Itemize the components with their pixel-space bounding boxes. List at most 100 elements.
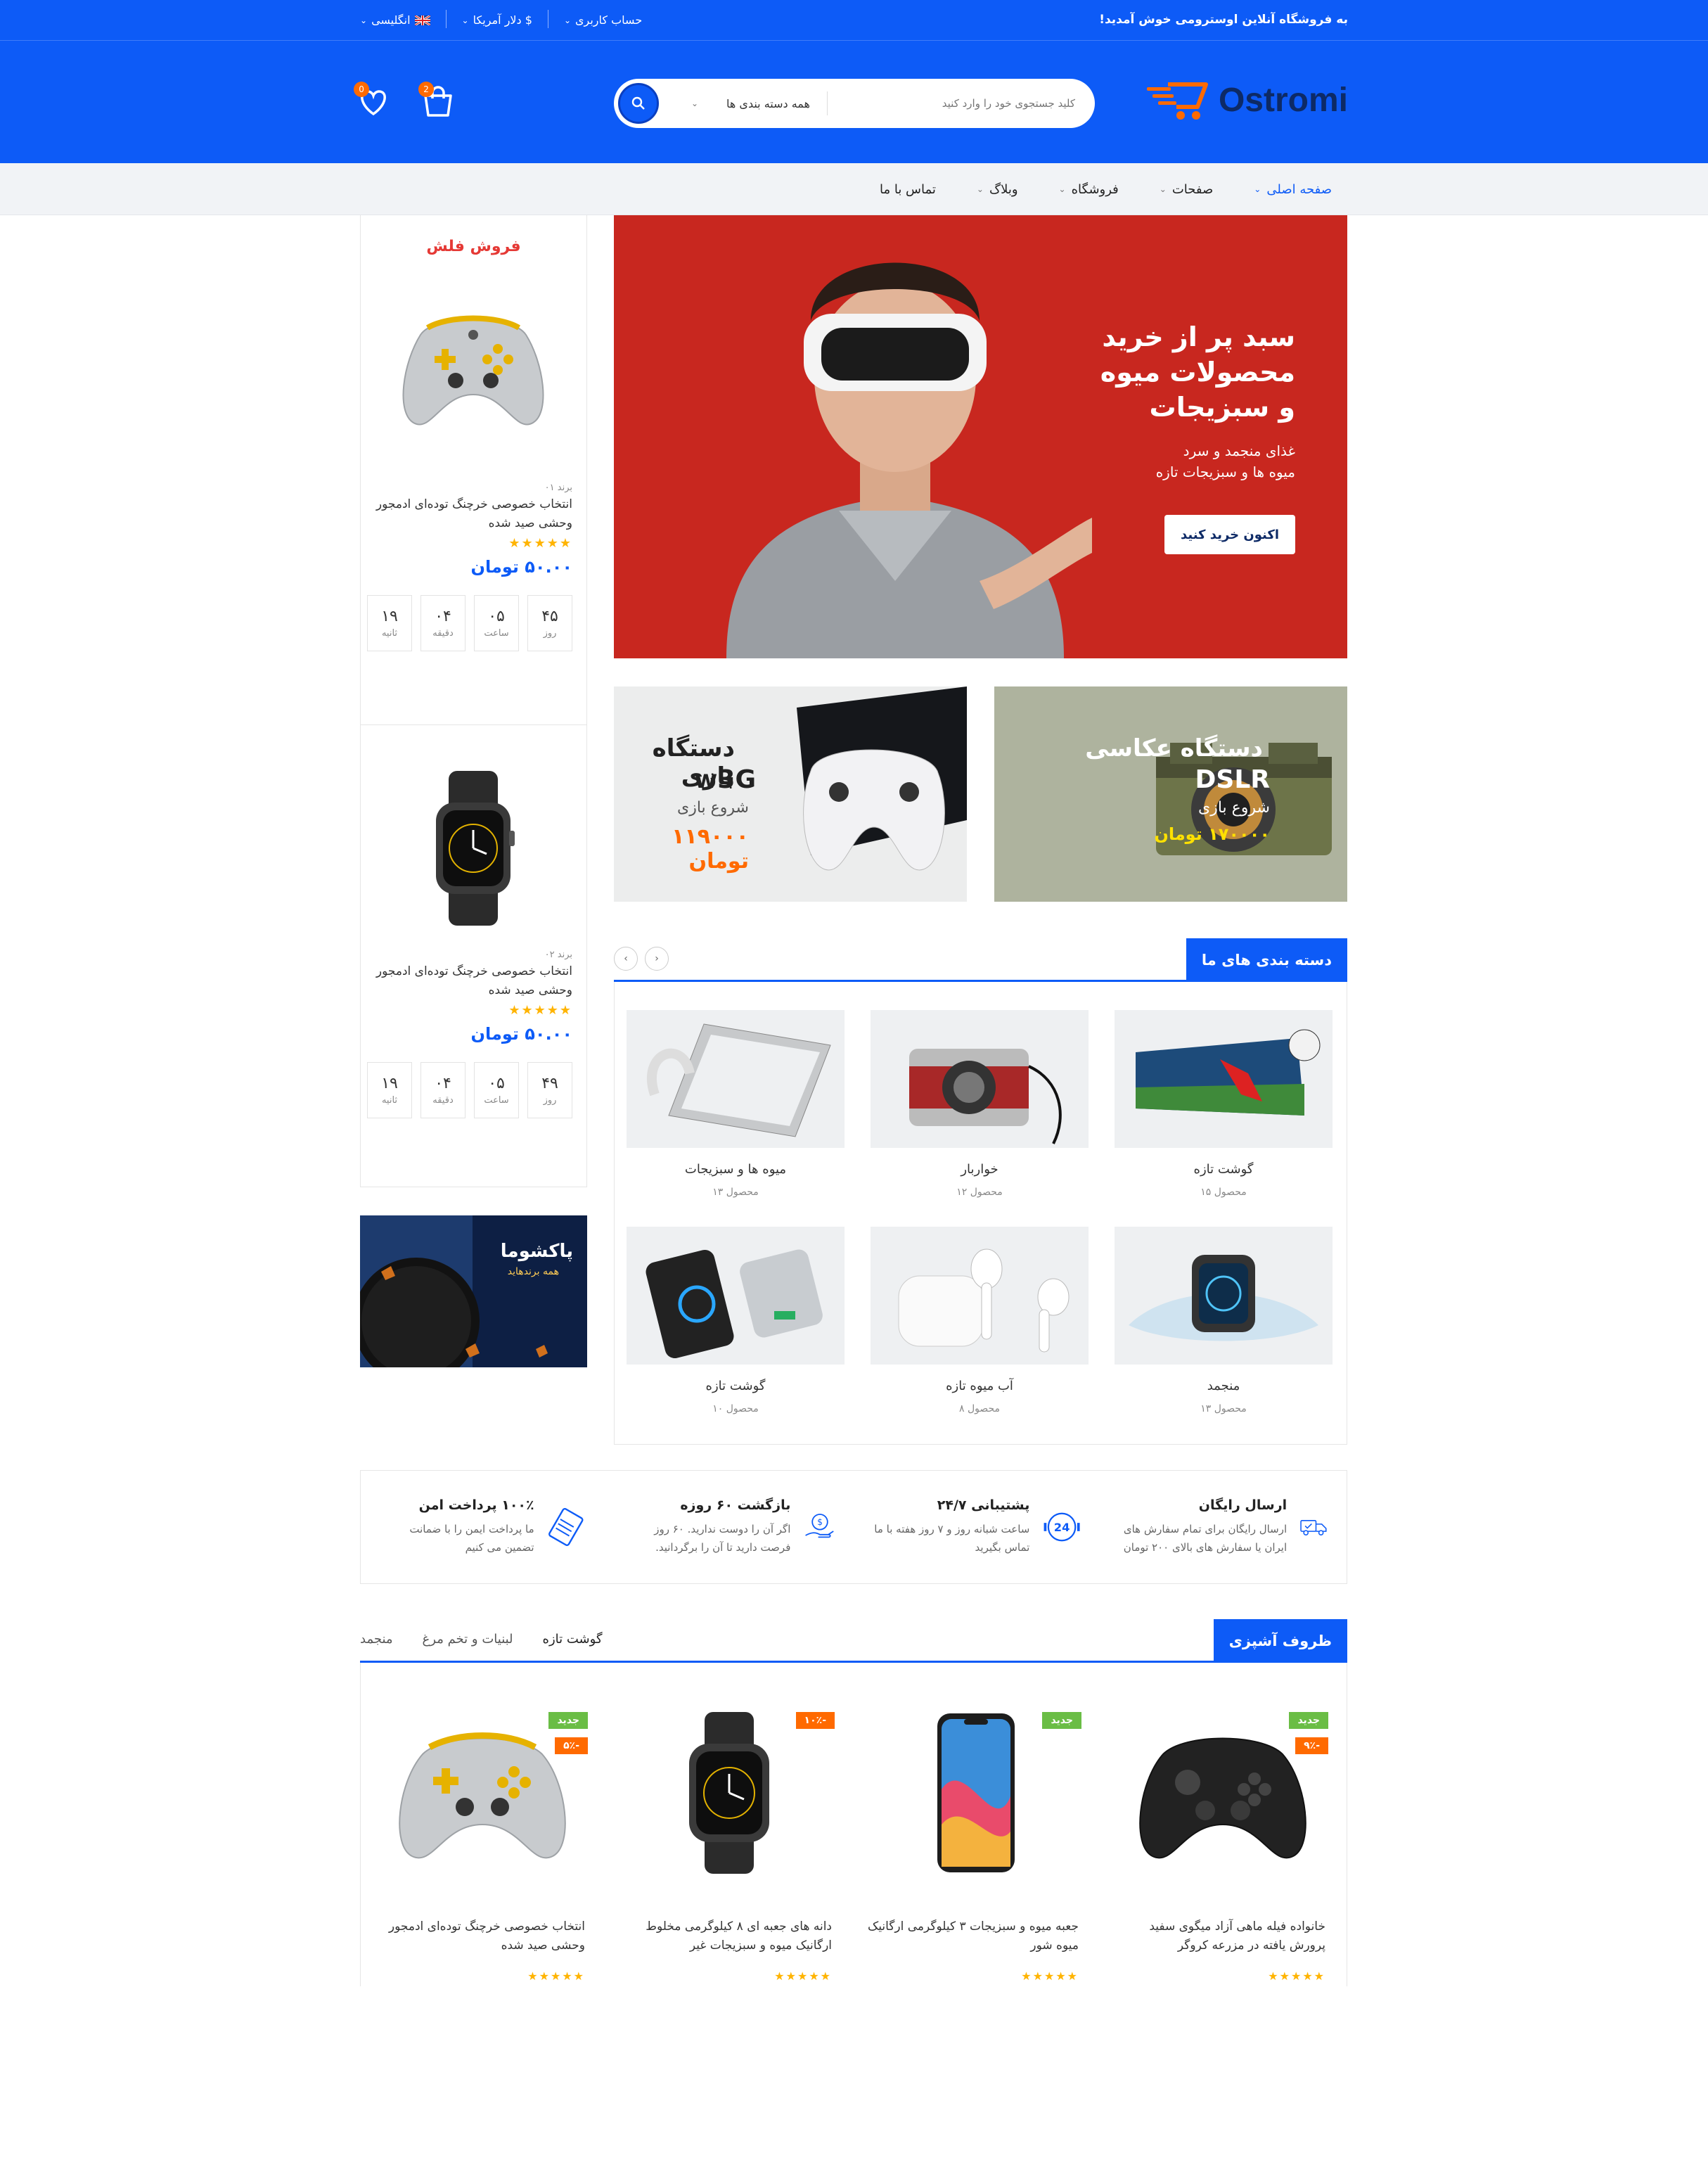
category-count: محصول ۸: [958, 1403, 1001, 1414]
timer-label: ساعت: [484, 1095, 509, 1106]
timer-label: روز: [543, 1095, 557, 1106]
wishlist-button[interactable]: 0: [354, 82, 392, 120]
feature-desc: ما پرداخت ایمن را با ضمانت تضمین می کنیم: [409, 1523, 534, 1554]
nav-item-blog[interactable]: وبلاگ ⌄: [977, 182, 1018, 197]
categories-title: دسته بندی های ما: [1186, 938, 1347, 982]
product-price: ۵۰.۰۰ تومان: [470, 1024, 573, 1044]
vr-person-image: [726, 262, 1092, 658]
rating-stars: ★★★★★: [508, 1003, 572, 1018]
nav-item-pages[interactable]: صفحات ⌄: [1160, 182, 1214, 197]
tab-dairy[interactable]: لبنیات و تخم مرغ: [423, 1632, 513, 1647]
tv-soccer-image: [1136, 1029, 1321, 1116]
flash-sale-title: فروش فلش: [426, 238, 521, 255]
category-select[interactable]: همه دسته بندی ها ⌄: [674, 91, 828, 115]
cart-logo-icon: [1146, 82, 1208, 120]
category-card[interactable]: آب میوه تازه محصول ۸: [871, 1227, 1089, 1414]
features-bar: ارسال رایگان ارسال رایگان برای تمام سفارش…: [360, 1470, 1347, 1584]
secure-card-icon: [548, 1507, 584, 1547]
banner-console[interactable]: دستگاه بازی w3G شروع بازی ۱۱۹۰۰۰ تومان: [614, 686, 967, 902]
ad-title: پاکشوما: [500, 1241, 573, 1262]
product-card[interactable]: -۱۰٪ دانه های جعبه ای ۸ کیلوگرمی مخلوط ا…: [606, 1663, 853, 1986]
category-select-label: همه دسته بندی ها: [726, 96, 810, 110]
products-header: ظروف آشپزی منجمد لبنیات و تخم مرغ گوشت ت…: [360, 1619, 1347, 1663]
search-button[interactable]: [618, 83, 659, 124]
chevron-left-icon[interactable]: ‹: [645, 947, 669, 971]
category-image: [1115, 1010, 1333, 1148]
timer-seconds: ۱۹ ثانیه: [367, 1062, 412, 1118]
chevron-down-icon: ⌄: [691, 98, 699, 108]
earbuds-image: [898, 1248, 1070, 1353]
product-card[interactable]: جدید -۹٪ خانواده فیله ماهی آزاد میگوی سف…: [1100, 1663, 1347, 1986]
black-gamepad-image: [1139, 1737, 1306, 1859]
timer-label: ساعت: [484, 628, 509, 639]
feature-title: بازگشت ۶۰ روزه: [680, 1497, 791, 1513]
flash-product[interactable]: برند ۰۱ انتخاب خصوصی خرچنگ تودەای ادمجور…: [361, 307, 586, 729]
hero-title: سبد پر از خرید محصولات میوه و سبزیجات: [1100, 321, 1295, 423]
currency-menu[interactable]: $ دلار آمریکا ⌄: [462, 12, 532, 28]
timer-value: ۰۵: [488, 608, 505, 625]
feature-secure-payment: ۱۰۰٪ پرداخت امن ما پرداخت ایمن را با ضمان…: [361, 1471, 608, 1583]
hero-slider[interactable]: سبد پر از خرید محصولات میوه و سبزیجات غذ…: [614, 215, 1347, 658]
top-bar: به فروشگاه آنلاین اوسترومی خوش آمدید! حس…: [0, 0, 1708, 41]
language-menu[interactable]: انگلیسی ⌄: [360, 12, 430, 28]
money-back-icon: $: [805, 1514, 835, 1538]
timer-label: دقیقه: [432, 628, 454, 639]
nav-item-shop[interactable]: فروشگاه ⌄: [1059, 182, 1119, 197]
banner-price: ۱۷۰۰۰۰ تومان: [1154, 824, 1270, 844]
flash-product[interactable]: برند ۰۲ انتخاب خصوصی خرچنگ تودەای ادمجور…: [361, 771, 586, 1193]
product-brand: برند ۰۱: [544, 483, 572, 493]
nav-item-home[interactable]: صفحه اصلی ⌄: [1254, 182, 1332, 197]
product-title[interactable]: دانه های جعبه ای ۸ کیلوگرمی مخلوط ارگانی…: [621, 1917, 832, 1955]
chevron-right-icon[interactable]: ›: [614, 947, 638, 971]
product-title[interactable]: خانواده فیله ماهی آزاد میگوی سفید پرورش …: [1115, 1917, 1325, 1955]
timer-label: ثانیه: [381, 628, 398, 639]
account-menu[interactable]: حساب کاربری ⌄: [564, 12, 642, 28]
tab-fresh-meat[interactable]: گوشت تازه: [543, 1632, 603, 1647]
shop-now-button[interactable]: اکنون خرید کنید: [1164, 515, 1295, 554]
product-brand: برند ۰۲: [544, 950, 572, 960]
product-card[interactable]: جدید جعبه میوه و سبزیجات ۳ کیلوگرمی ارگا…: [853, 1663, 1100, 1986]
category-count: محصول ۱۵: [1200, 1187, 1247, 1198]
account-label: حساب کاربری: [575, 13, 643, 27]
category-card[interactable]: گوشت تازه محصول ۱۵: [1115, 1010, 1333, 1198]
site-logo[interactable]: Ostromi: [1146, 79, 1348, 121]
category-count: محصول ۱۰: [712, 1403, 759, 1414]
product-title[interactable]: انتخاب خصوصی خرچنگ تودەای ادمجور وحشی صی…: [368, 495, 572, 533]
gamepad-image: [399, 1732, 566, 1859]
tab-frozen[interactable]: منجمد: [360, 1632, 393, 1647]
cart-button[interactable]: 2: [418, 82, 456, 120]
product-title[interactable]: انتخاب خصوصی خرچنگ تودەای ادمجور وحشی صی…: [368, 962, 572, 1000]
category-card[interactable]: میوه ها و سبزیجات محصول ۱۳: [627, 1010, 845, 1198]
wishlist-count-badge: 0: [354, 82, 369, 97]
svg-text:$: $: [818, 1517, 823, 1527]
feature-title: ۱۰۰٪ پرداخت امن: [418, 1497, 534, 1513]
category-card[interactable]: خواربار محصول ۱۲: [871, 1010, 1089, 1198]
laptop-headphones-image: [646, 1023, 831, 1137]
product-title[interactable]: جعبه میوه و سبزیجات ۳ کیلوگرمی ارگانیک م…: [868, 1917, 1079, 1955]
category-card[interactable]: منجمد محصول ۱۳: [1115, 1227, 1333, 1414]
categories-header: دسته بندی های ما ‹ ›: [614, 938, 1347, 982]
timer-days: ۴۵ روز: [527, 595, 572, 651]
banner-camera[interactable]: دستگاه عکاسی DSLR شروع بازی ۱۷۰۰۰۰ تومان: [994, 686, 1347, 902]
main-header: Ostromi همه دسته بندی ها ⌄ 2 0: [0, 41, 1708, 163]
currency-label: $ دلار آمریکا: [473, 13, 532, 27]
timer-label: روز: [543, 628, 557, 639]
product-card[interactable]: جدید -۵٪ انتخاب خصوصی خرچنگ تودەای ادمجو…: [359, 1663, 606, 1986]
search-input[interactable]: [828, 79, 1095, 128]
camera-image: [909, 1049, 1062, 1144]
nav-item-contact[interactable]: تماس با ما: [880, 182, 936, 197]
rating-stars: ★★★★★: [774, 1969, 832, 1983]
category-card[interactable]: گوشت تازه محصول ۱۰: [627, 1227, 845, 1414]
truck-icon: [1300, 1520, 1327, 1535]
hero-subtitle: میوه ها و سبزیجات تازه: [1155, 464, 1295, 480]
nav-item-label: فروشگاه: [1071, 181, 1119, 197]
side-ad-banner[interactable]: پاکشوما همه برندهاید: [360, 1215, 587, 1367]
banner-subtitle: شروع بازی: [677, 799, 749, 817]
chevron-down-icon: ⌄: [1254, 184, 1261, 194]
timer-value: ۴۹: [541, 1075, 558, 1092]
product-title[interactable]: انتخاب خصوصی خرچنگ تودەای ادمجور وحشی صی…: [374, 1917, 585, 1955]
feature-title: پشتیبانی ۲۴/۷: [937, 1497, 1030, 1513]
timer-value: ۰۴: [435, 608, 451, 625]
chevron-down-icon: ⌄: [1058, 184, 1066, 194]
support-24-icon: 24: [1044, 1512, 1080, 1542]
